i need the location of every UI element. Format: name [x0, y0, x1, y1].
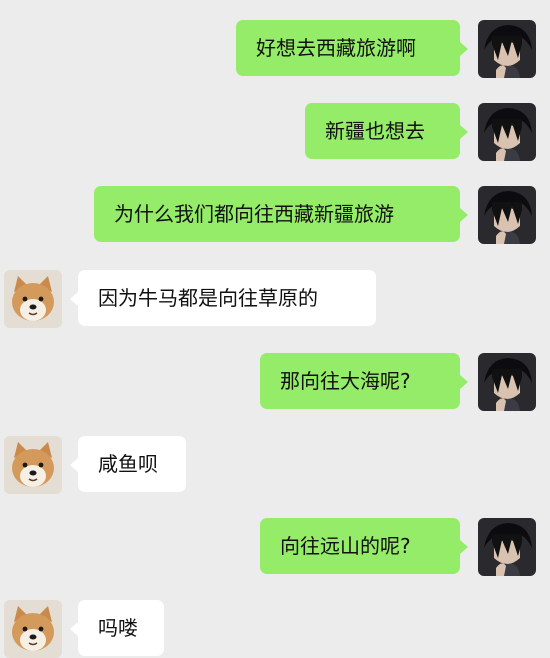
- message-text: 吗喽: [98, 616, 138, 640]
- anime-boy-avatar[interactable]: [478, 518, 536, 576]
- bubble-tail: [460, 208, 468, 222]
- message-bubble[interactable]: 新疆也想去: [305, 103, 468, 159]
- message-bubble[interactable]: 咸鱼呗: [70, 436, 186, 492]
- shiba-dog-avatar[interactable]: [4, 270, 62, 328]
- message-text: 因为牛马都是向往草原的: [98, 286, 318, 310]
- bubble-tail: [460, 540, 468, 554]
- message-bubble[interactable]: 因为牛马都是向往草原的: [70, 270, 376, 326]
- message-bubble[interactable]: 那向往大海呢?: [260, 353, 468, 409]
- message-bubble[interactable]: 向往远山的呢?: [260, 518, 468, 574]
- message-text: 那向往大海呢?: [280, 369, 411, 393]
- message-text: 好想去西藏旅游啊: [256, 36, 416, 60]
- message-bubble[interactable]: 吗喽: [70, 600, 164, 656]
- message-text: 咸鱼呗: [98, 452, 158, 476]
- message-text: 新疆也想去: [325, 119, 425, 143]
- bubble-tail: [460, 125, 468, 139]
- chat-area: 好想去西藏旅游啊 新疆也想去 为什么我们都向往西藏新疆旅游 因为牛马都是向往草原…: [0, 0, 550, 658]
- message-bubble[interactable]: 为什么我们都向往西藏新疆旅游: [94, 186, 468, 242]
- bubble-tail: [70, 622, 78, 636]
- anime-boy-avatar[interactable]: [478, 20, 536, 78]
- shiba-dog-avatar[interactable]: [4, 600, 62, 658]
- bubble-tail: [70, 458, 78, 472]
- bubble-tail: [460, 42, 468, 56]
- bubble-tail: [460, 375, 468, 389]
- message-text: 向往远山的呢?: [280, 534, 411, 558]
- anime-boy-avatar[interactable]: [478, 353, 536, 411]
- anime-boy-avatar[interactable]: [478, 186, 536, 244]
- message-bubble[interactable]: 好想去西藏旅游啊: [236, 20, 468, 76]
- bubble-tail: [70, 292, 78, 306]
- shiba-dog-avatar[interactable]: [4, 436, 62, 494]
- message-text: 为什么我们都向往西藏新疆旅游: [114, 202, 394, 226]
- anime-boy-avatar[interactable]: [478, 103, 536, 161]
